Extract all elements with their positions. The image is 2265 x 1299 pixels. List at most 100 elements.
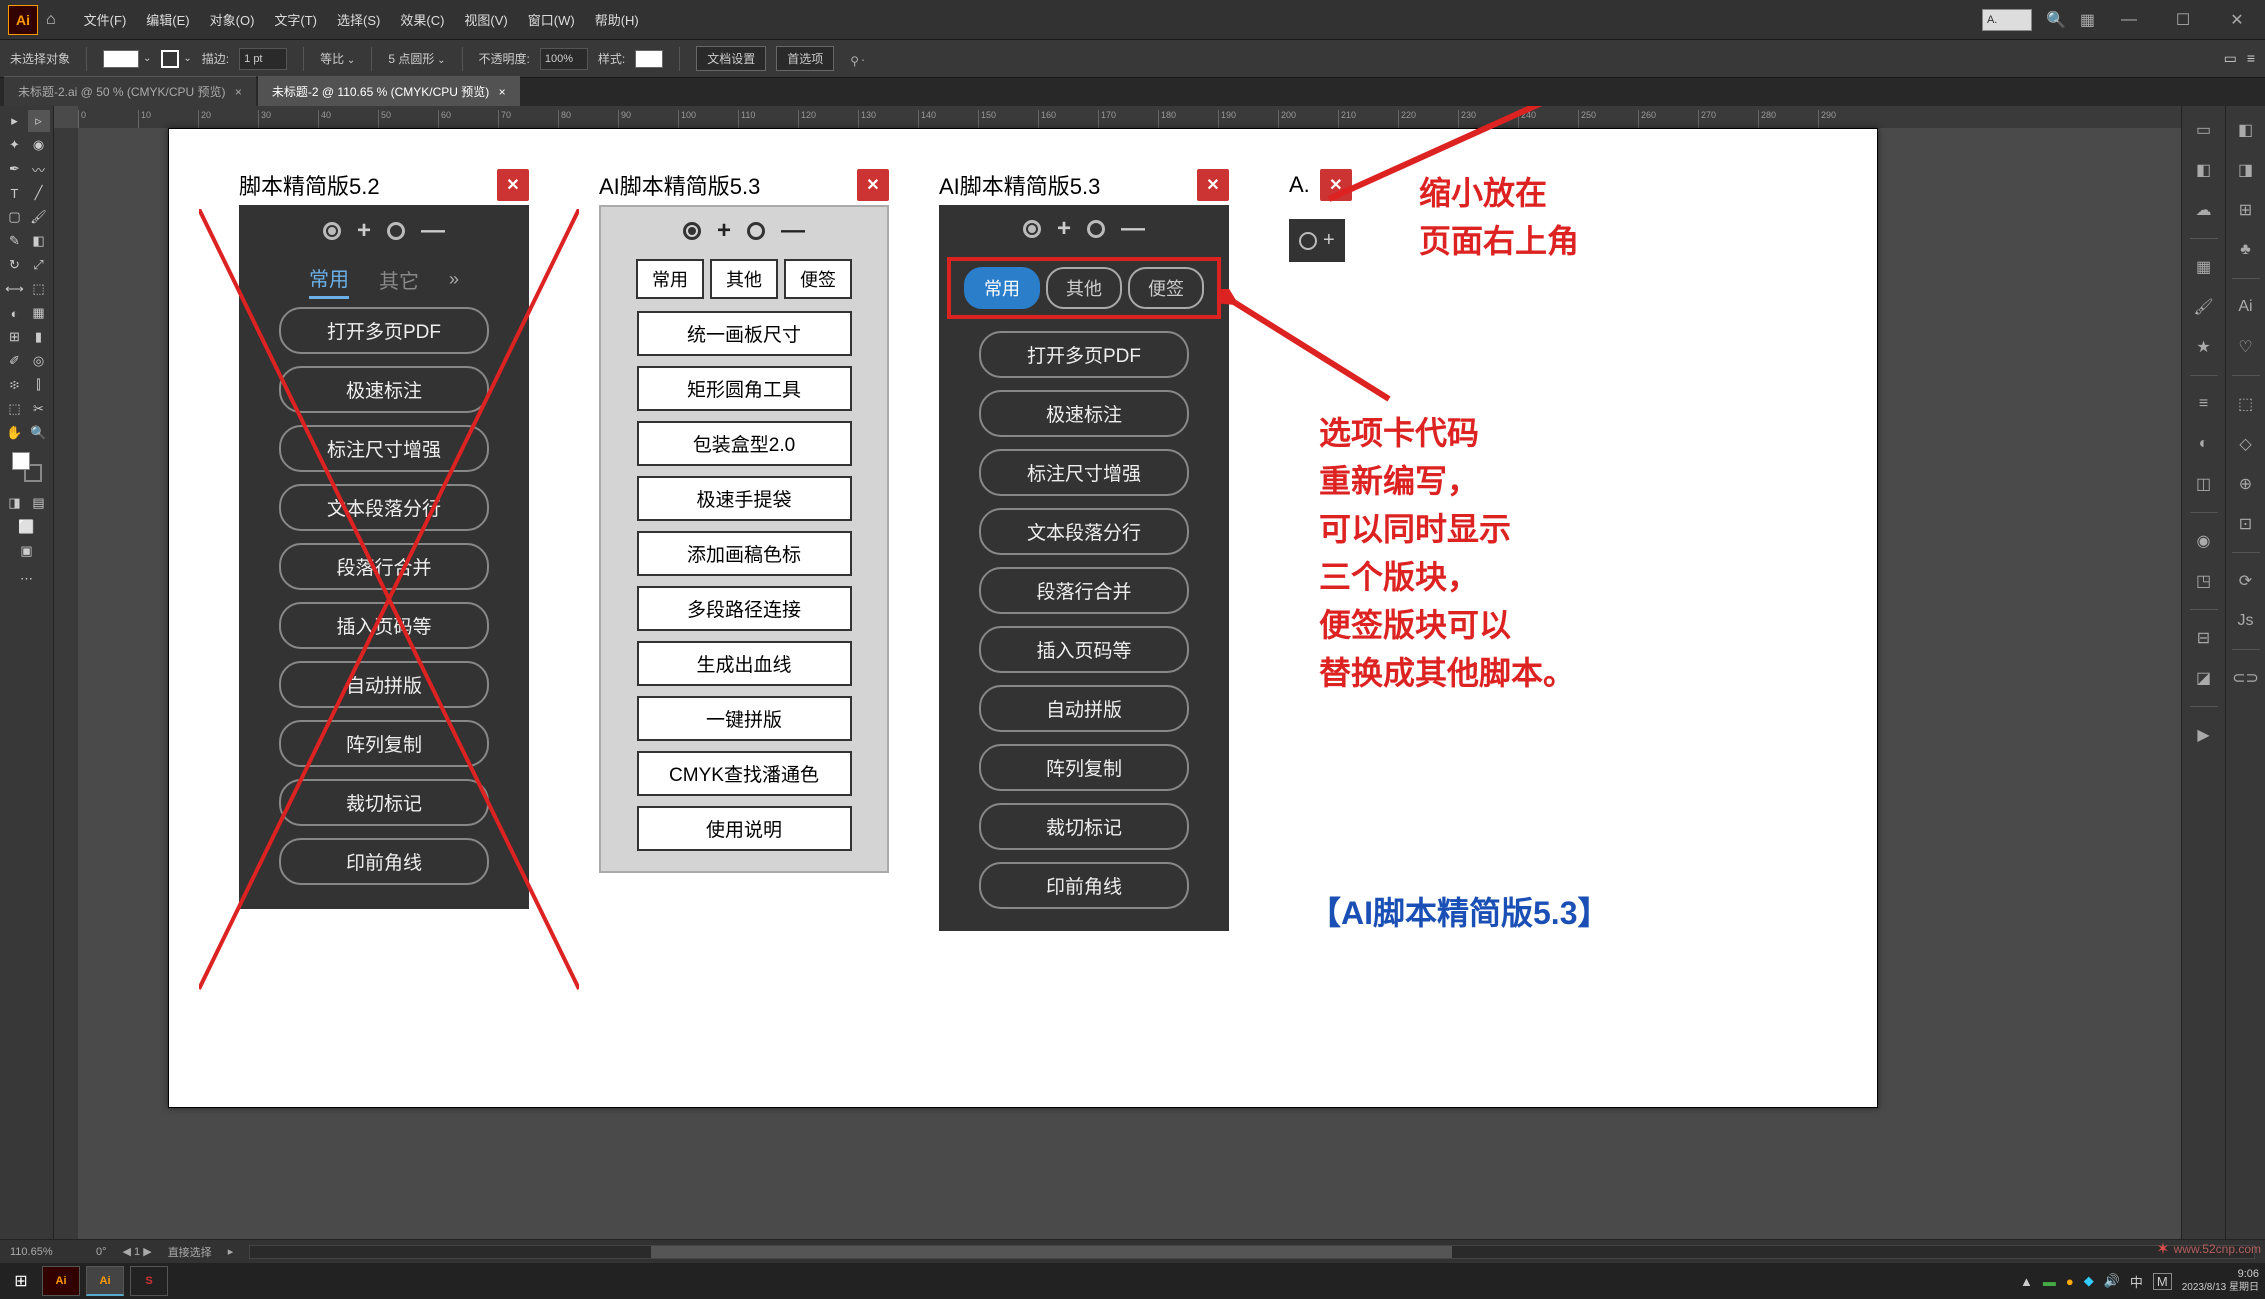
gradient-panel-icon[interactable]: ◐	[2188, 428, 2220, 460]
panel-icon[interactable]: Ai	[2230, 291, 2262, 323]
ime-box-icon[interactable]: M	[2153, 1273, 2172, 1290]
properties-icon[interactable]: ▭	[2188, 114, 2220, 146]
menu-effect[interactable]: 效果(C)	[392, 6, 452, 33]
minimized-script-indicator[interactable]: A.	[1982, 9, 2032, 31]
tab-other[interactable]: 其它	[379, 261, 419, 298]
stroke-weight-input[interactable]	[239, 48, 287, 70]
script-action-button[interactable]: 打开多页PDF	[279, 307, 489, 354]
script-action-button[interactable]: CMYK查找潘通色	[637, 751, 852, 796]
hand-tool[interactable]: ✋	[4, 422, 26, 444]
script-action-button[interactable]: 裁切标记	[979, 803, 1189, 850]
shape-builder-tool[interactable]: ◐	[4, 302, 26, 324]
script-action-button[interactable]: 印前角线	[979, 862, 1189, 909]
free-transform-tool[interactable]: ⬚	[28, 278, 50, 300]
brush-dropdown[interactable]: 5 点圆形	[388, 50, 445, 67]
home-icon[interactable]: ⌂	[46, 11, 56, 29]
doc-tab-0[interactable]: 未标题-2.ai @ 50 % (CMYK/CPU 预览) ×	[4, 76, 256, 106]
opacity-input[interactable]	[540, 48, 588, 70]
task-app-icon[interactable]: S	[130, 1266, 168, 1296]
direct-selection-tool[interactable]: ▹	[28, 110, 50, 132]
panel-icon[interactable]: ⊡	[2230, 508, 2262, 540]
close-tab-icon[interactable]: ×	[499, 85, 506, 99]
close-button[interactable]: ✕	[2217, 5, 2257, 35]
script-action-button[interactable]: 印前角线	[279, 838, 489, 885]
script-action-button[interactable]: 极速手提袋	[637, 476, 852, 521]
script-action-button[interactable]: 包装盒型2.0	[637, 421, 852, 466]
start-button[interactable]: ⊞	[6, 1266, 36, 1296]
tab-notes[interactable]: 便签	[784, 259, 852, 299]
minimize-button[interactable]: —	[2109, 5, 2149, 35]
script-action-button[interactable]: 自动拼版	[979, 685, 1189, 732]
radio-option[interactable]	[1087, 220, 1105, 238]
script-action-button[interactable]: 文本段落分行	[979, 508, 1189, 555]
tray-icon[interactable]: ▬	[2043, 1274, 2056, 1289]
tab-common[interactable]: 常用	[636, 259, 704, 299]
script-action-button[interactable]: 标注尺寸增强	[279, 425, 489, 472]
graphic-styles-icon[interactable]: ◳	[2188, 565, 2220, 597]
gradient-mode-icon[interactable]: ▤	[28, 492, 50, 514]
line-tool[interactable]: ╱	[28, 182, 50, 204]
close-tab-icon[interactable]: ×	[235, 85, 242, 99]
menu-help[interactable]: 帮助(H)	[587, 6, 647, 33]
curvature-tool[interactable]: 〰	[28, 158, 50, 180]
lasso-tool[interactable]: ◉	[28, 134, 50, 156]
script-action-button[interactable]: 阵列复制	[979, 744, 1189, 791]
script-action-button[interactable]: 段落行合并	[279, 543, 489, 590]
pin-icon[interactable]: ⚲᠂	[850, 48, 864, 69]
task-ai-icon-active[interactable]: Ai	[86, 1266, 124, 1296]
prefs-button[interactable]: 首选项	[776, 46, 834, 71]
uniform-dropdown[interactable]: 等比	[320, 50, 355, 67]
selection-tool[interactable]: ▸	[4, 110, 26, 132]
color-swatches[interactable]	[12, 452, 42, 482]
width-tool[interactable]: ⟷	[4, 278, 26, 300]
rotation-angle[interactable]: 0°	[96, 1246, 107, 1258]
task-ai-icon[interactable]: Ai	[42, 1266, 80, 1296]
script-action-button[interactable]: 自动拼版	[279, 661, 489, 708]
script-action-button[interactable]: 插入页码等	[979, 626, 1189, 673]
menu-type[interactable]: 文字(T)	[266, 6, 325, 33]
script-action-button[interactable]: 生成出血线	[637, 641, 852, 686]
tab-other[interactable]: 其他	[1046, 267, 1122, 309]
script-action-button[interactable]: 一键拼版	[637, 696, 852, 741]
rotate-tool[interactable]: ↻	[4, 254, 26, 276]
panel-menu-icon[interactable]: ≡	[2247, 50, 2255, 67]
canvas[interactable]: 脚本精简版5.2 ✕ + — 常用 其它 » 打开多页PDF极速	[78, 128, 2181, 1217]
panel-toggle-icon[interactable]: ▭	[2224, 50, 2237, 67]
artboard-tool[interactable]: ⬚	[4, 398, 26, 420]
tab-common[interactable]: 常用	[964, 267, 1040, 309]
script-action-button[interactable]: 段落行合并	[979, 567, 1189, 614]
panel-icon[interactable]: ♡	[2230, 331, 2262, 363]
scrollbar-thumb[interactable]	[651, 1246, 1453, 1258]
ime-icon[interactable]: 中	[2130, 1272, 2143, 1291]
menu-edit[interactable]: 编辑(E)	[138, 6, 197, 33]
type-tool[interactable]: T	[4, 182, 26, 204]
search-icon[interactable]: 🔍	[2046, 10, 2066, 30]
panel-close-button[interactable]: ✕	[1320, 169, 1352, 201]
mesh-tool[interactable]: ⊞	[4, 326, 26, 348]
menu-view[interactable]: 视图(V)	[456, 6, 515, 33]
menu-file[interactable]: 文件(F)	[76, 6, 135, 33]
script-action-button[interactable]: 极速标注	[279, 366, 489, 413]
panel-icon[interactable]: ⟳	[2230, 565, 2262, 597]
doc-setup-button[interactable]: 文档设置	[696, 46, 766, 71]
radio-option[interactable]	[387, 222, 405, 240]
script-action-button[interactable]: 插入页码等	[279, 602, 489, 649]
panel-icon[interactable]: ⊞	[2230, 194, 2262, 226]
layers-icon[interactable]: ◧	[2188, 154, 2220, 186]
script-action-button[interactable]: 使用说明	[637, 806, 852, 851]
foreground-swatch[interactable]	[12, 452, 30, 470]
scale-tool[interactable]: ⤢	[28, 254, 50, 276]
panel-icon[interactable]: ◇	[2230, 428, 2262, 460]
swatches-icon[interactable]: ▦	[2188, 251, 2220, 283]
script-action-button[interactable]: 文本段落分行	[279, 484, 489, 531]
volume-icon[interactable]: 🔊	[2104, 1273, 2120, 1289]
panel-close-button[interactable]: ✕	[497, 169, 529, 201]
artboard-nav[interactable]: ◀ 1 ▶	[123, 1245, 152, 1258]
pen-tool[interactable]: ✒	[4, 158, 26, 180]
stroke-swatch[interactable]	[161, 50, 179, 68]
script-action-button[interactable]: 多段路径连接	[637, 586, 852, 631]
horizontal-scrollbar[interactable]	[249, 1245, 2255, 1259]
panel-icon[interactable]: ◧	[2230, 114, 2262, 146]
color-mode-icon[interactable]: ◨	[4, 492, 26, 514]
script-action-button[interactable]: 统一画板尺寸	[637, 311, 852, 356]
